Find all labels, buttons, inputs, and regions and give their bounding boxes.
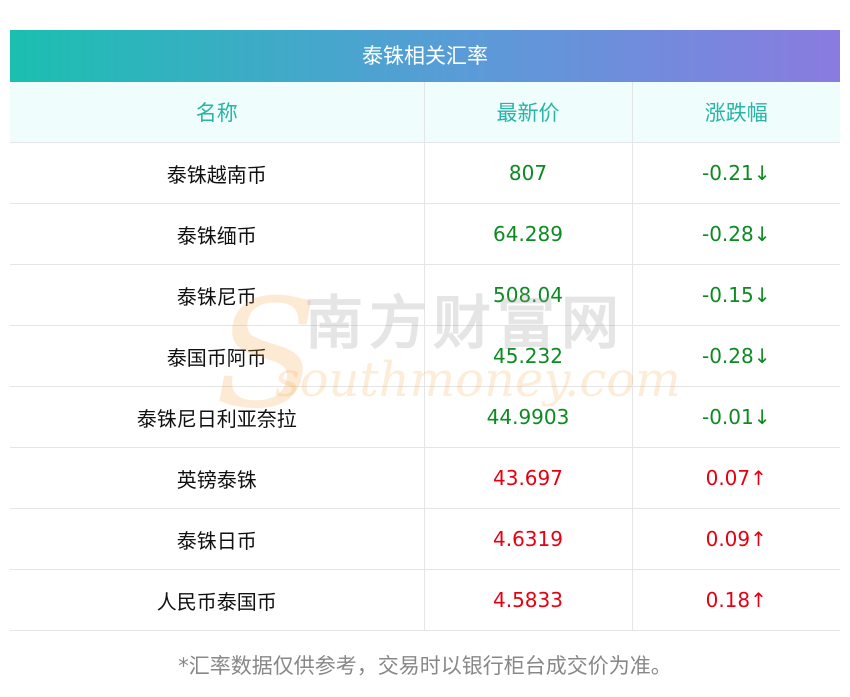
row-name: 泰国币阿币 <box>10 325 424 387</box>
row-name: 人民币泰国币 <box>10 569 424 631</box>
row-change: 0.09↑ <box>631 508 840 570</box>
table-row: 人民币泰国币 4.5833 0.18↑ <box>10 569 840 631</box>
row-price: 807 <box>423 142 632 204</box>
table-row: 泰铢缅币 64.289 -0.28↓ <box>10 203 840 265</box>
row-change: -0.28↓ <box>631 203 840 265</box>
row-change: 0.07↑ <box>631 447 840 509</box>
header-change: 涨跌幅 <box>631 82 840 143</box>
row-name: 泰铢缅币 <box>10 203 424 265</box>
row-name: 泰铢日币 <box>10 508 424 570</box>
exchange-rate-card: 泰铢相关汇率 名称 最新价 涨跌幅 泰铢越南币 807 -0.21↓ 泰铢缅币 … <box>10 30 840 631</box>
table-title: 泰铢相关汇率 <box>10 30 840 82</box>
disclaimer-footnote: *汇率数据仅供参考，交易时以银行柜台成交价为准。 <box>178 654 672 678</box>
row-change: 0.18↑ <box>631 569 840 631</box>
table-row: 英镑泰铢 43.697 0.07↑ <box>10 447 840 509</box>
table-row: 泰铢越南币 807 -0.21↓ <box>10 142 840 204</box>
table-row: 泰铢尼日利亚奈拉 44.9903 -0.01↓ <box>10 386 840 448</box>
row-price: 4.5833 <box>423 569 632 631</box>
row-price: 43.697 <box>423 447 632 509</box>
table-header-row: 名称 最新价 涨跌幅 <box>10 82 840 143</box>
row-change: -0.15↓ <box>631 264 840 326</box>
row-price: 64.289 <box>423 203 632 265</box>
header-price: 最新价 <box>423 82 632 143</box>
exchange-rate-table: 名称 最新价 涨跌幅 泰铢越南币 807 -0.21↓ 泰铢缅币 64.289 … <box>10 82 840 631</box>
table-row: 泰铢日币 4.6319 0.09↑ <box>10 508 840 570</box>
row-price: 508.04 <box>423 264 632 326</box>
row-name: 泰铢越南币 <box>10 142 424 204</box>
row-price: 45.232 <box>423 325 632 387</box>
row-change: -0.21↓ <box>631 142 840 204</box>
row-name: 泰铢尼币 <box>10 264 424 326</box>
row-name: 泰铢尼日利亚奈拉 <box>10 386 424 448</box>
row-change: -0.01↓ <box>631 386 840 448</box>
table-row: 泰国币阿币 45.232 -0.28↓ <box>10 325 840 387</box>
table-row: 泰铢尼币 508.04 -0.15↓ <box>10 264 840 326</box>
header-name: 名称 <box>10 82 424 143</box>
row-price: 44.9903 <box>423 386 632 448</box>
row-change: -0.28↓ <box>631 325 840 387</box>
row-price: 4.6319 <box>423 508 632 570</box>
row-name: 英镑泰铢 <box>10 447 424 509</box>
